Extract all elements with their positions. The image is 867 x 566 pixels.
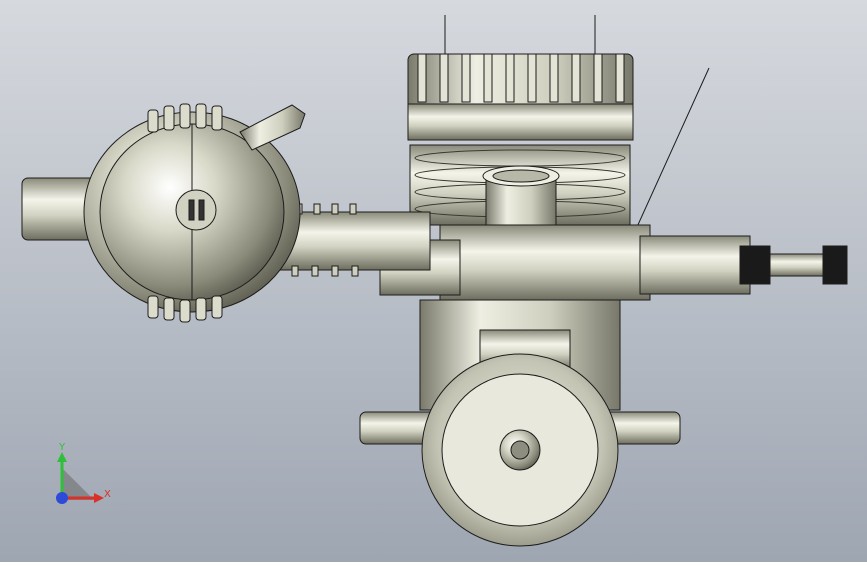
- cad-graphics-viewport[interactable]: Y X: [0, 0, 867, 562]
- y-axis-label: Y: [58, 442, 66, 453]
- crankcase-front[interactable]: [439, 224, 651, 301]
- cylinder-head[interactable]: [407, 53, 634, 141]
- x-axis-label: X: [104, 489, 111, 500]
- exhaust-pipe[interactable]: [279, 211, 431, 271]
- backplate[interactable]: [421, 353, 619, 547]
- engine-model-view[interactable]: Y X: [0, 0, 867, 562]
- z-axis-dot-icon: [56, 492, 68, 504]
